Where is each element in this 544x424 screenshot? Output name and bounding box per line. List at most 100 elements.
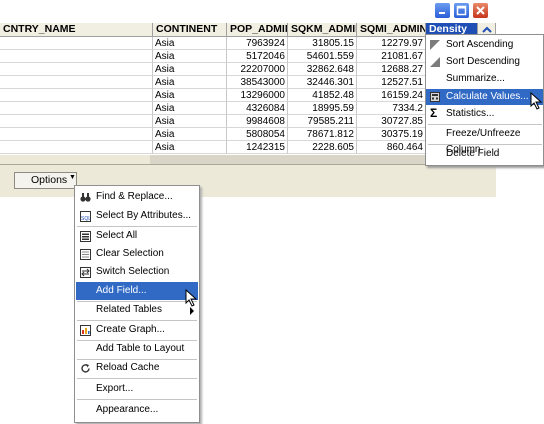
column-header[interactable]: CNTRY_NAME (0, 23, 153, 37)
table-cell[interactable]: 9984608 (227, 115, 288, 128)
table-cell[interactable]: 30375.19 (357, 128, 426, 141)
table-cell[interactable]: 32446.301 (288, 76, 357, 89)
table-cell[interactable]: 12279.97 (357, 37, 426, 50)
table-cell[interactable]: 7963924 (227, 37, 288, 50)
refresh-icon (81, 364, 90, 373)
table-cell[interactable]: 78671.812 (288, 128, 357, 141)
table-cell[interactable]: 22207000 (227, 63, 288, 76)
window-title-bar (0, 0, 497, 22)
table-cell[interactable]: Asia (153, 50, 227, 63)
table-cell[interactable]: 32862.648 (288, 63, 357, 76)
table-cell[interactable]: Asia (153, 63, 227, 76)
clear-selection-icon (80, 249, 91, 260)
column-header[interactable]: POP_ADMIN (227, 23, 288, 37)
mouse-pointer-icon (185, 289, 198, 307)
table-cell[interactable]: 7334.2 (357, 102, 426, 115)
svg-text:SQL: SQL (81, 216, 91, 222)
table-cell[interactable] (0, 63, 153, 76)
maximize-button[interactable] (453, 2, 470, 19)
table-cell[interactable]: 41852.48 (288, 89, 357, 102)
table-cell[interactable]: 1242315 (227, 141, 288, 154)
menu-item-appearance[interactable]: Appearance... (76, 401, 198, 419)
menu-item-select-by-attributes[interactable]: SQL Select By Attributes... (76, 207, 198, 225)
menu-separator (428, 124, 542, 125)
sort-ascending-icon (430, 40, 440, 50)
submenu-arrow-icon (190, 307, 194, 315)
column-header[interactable]: SQKM_ADMIN (288, 23, 357, 37)
table-cell[interactable]: 16159.24 (357, 89, 426, 102)
mouse-pointer-icon (530, 92, 543, 110)
table-cell[interactable]: 79585.211 (288, 115, 357, 128)
table-cell[interactable]: 54601.559 (288, 50, 357, 63)
table-cell[interactable]: Asia (153, 115, 227, 128)
menu-item-summarize[interactable]: Summarize... (426, 71, 543, 87)
close-icon (476, 6, 485, 15)
table-cell[interactable]: 12527.51 (357, 76, 426, 89)
options-label: Options (31, 174, 68, 186)
menu-item-sort-descending[interactable]: Sort Descending (426, 54, 543, 70)
calculator-icon (430, 92, 440, 102)
switch-selection-icon (80, 267, 91, 278)
column-context-menu: Sort Ascending Sort Descending Summarize… (425, 34, 544, 166)
menu-separator (77, 378, 197, 379)
sort-descending-icon (430, 57, 440, 67)
dropdown-arrow-icon: ▼ (69, 174, 76, 181)
menu-separator (428, 144, 542, 145)
menu-item-add-field[interactable]: Add Field... (76, 282, 198, 300)
table-cell[interactable]: Asia (153, 76, 227, 89)
menu-item-related-tables[interactable]: Related Tables (76, 301, 198, 319)
table-cell[interactable] (0, 89, 153, 102)
menu-item-add-table-to-layout[interactable]: Add Table to Layout (76, 340, 198, 358)
options-menu: Find & Replace... SQL Select By Attribut… (74, 185, 200, 423)
table-cell[interactable]: Asia (153, 128, 227, 141)
options-button[interactable]: Options (14, 172, 77, 189)
menu-item-select-all[interactable]: Select All (76, 227, 198, 245)
attribute-table: CNTRY_NAME CONTINENT POP_ADMIN SQKM_ADMI… (0, 23, 496, 155)
table-cell[interactable] (0, 50, 153, 63)
table-cell[interactable] (0, 128, 153, 141)
table-cell[interactable]: 31805.15 (288, 37, 357, 50)
table-cell[interactable] (0, 115, 153, 128)
select-all-icon (80, 231, 91, 242)
table-cell[interactable]: 5172046 (227, 50, 288, 63)
menu-item-freeze-column[interactable]: Freeze/Unfreeze Column (426, 126, 543, 155)
table-cell[interactable]: Asia (153, 89, 227, 102)
binoculars-icon (80, 193, 91, 202)
table-cell[interactable]: Asia (153, 102, 227, 115)
table-cell[interactable]: 38543000 (227, 76, 288, 89)
sql-table-icon: SQL (80, 211, 91, 222)
minimize-button[interactable] (434, 2, 451, 19)
graph-icon (80, 325, 91, 336)
sigma-icon: Σ (430, 106, 438, 120)
column-header[interactable]: SQMI_ADMIN (357, 23, 426, 37)
menu-item-reload-cache[interactable]: Reload Cache (76, 359, 198, 377)
table-cell[interactable]: Asia (153, 141, 227, 154)
table-cell[interactable]: 21081.67 (357, 50, 426, 63)
table-cell[interactable]: 5808054 (227, 128, 288, 141)
menu-item-calculate-values[interactable]: Calculate Values... (426, 89, 543, 105)
menu-item-delete-field[interactable]: Delete Field (426, 146, 543, 162)
table-cell[interactable] (0, 102, 153, 115)
menu-item-sort-ascending[interactable]: Sort Ascending (426, 37, 543, 53)
table-cell[interactable]: 18995.59 (288, 102, 357, 115)
minimize-icon (439, 12, 445, 14)
table-cell[interactable] (0, 37, 153, 50)
menu-item-export[interactable]: Export... (76, 380, 198, 398)
table-cell[interactable]: 30727.85 (357, 115, 426, 128)
table-cell[interactable]: 860.464 (357, 141, 426, 154)
table-cell[interactable]: 13296000 (227, 89, 288, 102)
menu-item-switch-selection[interactable]: Switch Selection (76, 263, 198, 281)
close-button[interactable] (472, 2, 489, 19)
maximize-icon (456, 5, 467, 16)
table-cell[interactable]: Asia (153, 37, 227, 50)
column-header[interactable]: CONTINENT (153, 23, 227, 37)
menu-item-clear-selection[interactable]: Clear Selection (76, 245, 198, 263)
menu-item-statistics[interactable]: Σ Statistics... (426, 106, 543, 122)
table-cell[interactable] (0, 76, 153, 89)
table-cell[interactable]: 2228.605 (288, 141, 357, 154)
menu-item-find-replace[interactable]: Find & Replace... (76, 188, 198, 206)
table-cell[interactable]: 12688.27 (357, 63, 426, 76)
table-cell[interactable] (0, 141, 153, 154)
table-cell[interactable]: 4326084 (227, 102, 288, 115)
menu-item-create-graph[interactable]: Create Graph... (76, 321, 198, 339)
